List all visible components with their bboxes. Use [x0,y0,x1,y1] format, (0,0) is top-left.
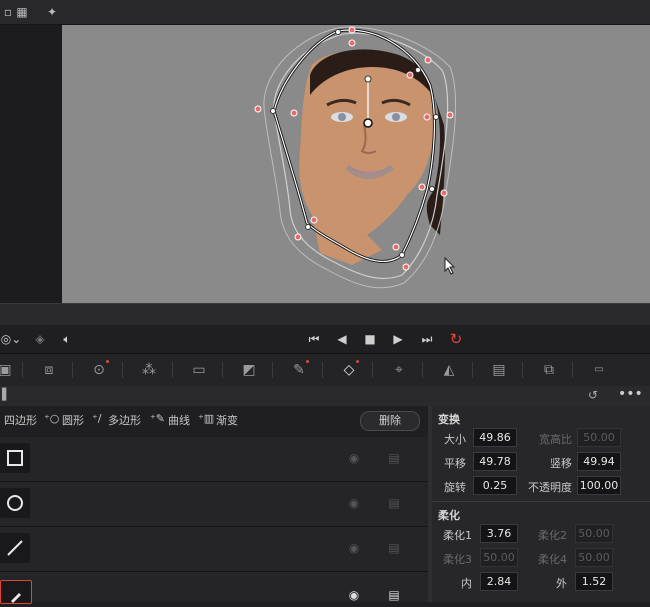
section-divider [432,501,650,502]
tilt-label: 竖移 [550,457,572,470]
panel-title-marker: ▌ [2,388,11,401]
outside-field[interactable]: 1.52 [575,572,613,591]
circle-shape-button[interactable]: 圆形 [62,412,84,428]
soften4-field[interactable]: 50.00 [575,548,613,567]
soften2-label: 柔化2 [538,529,567,542]
circle-shape-icon[interactable]: ⁺○ [44,412,59,425]
aspect-field[interactable]: 50.00 [577,428,621,447]
invert-toggle-icon[interactable]: ◉ [347,451,361,465]
invert-toggle-icon[interactable]: ◉ [347,588,361,602]
play-button[interactable]: ▶ [390,330,406,348]
inside-label: 内 [461,577,472,590]
soften1-label: 柔化1 [443,529,472,542]
motion-effects-icon[interactable]: ⧈ [38,360,60,380]
window-row-quad[interactable]: ◉ ▤ [0,437,428,482]
pen-window-icon[interactable] [0,580,32,604]
polygon-shape-icon[interactable]: ⁺/ [92,412,102,425]
pan-label: 平移 [444,457,466,470]
more-options-icon[interactable]: ••• [618,386,643,402]
viewer-top-toolbar: ▫ ▦ ✦ [0,0,650,25]
mask-rotation-handle[interactable] [364,75,372,83]
invert-toggle-icon[interactable]: ◉ [347,496,361,510]
curve-shape-button[interactable]: 曲线 [168,412,190,428]
tracker-mode-icon[interactable]: ◎⌄ [0,330,22,348]
skip-back-button[interactable]: ⏮ [304,330,324,348]
inside-field[interactable]: 2.84 [480,572,518,591]
color-tools-toolbar: ▣ ⧈ ⊙ ⁂ ▭ ◩ ✎ ◇ ⌖ ◭ ▤ ⧉ ▭ [0,353,650,388]
pan-field[interactable]: 49.78 [473,452,517,471]
tracker-tool-icon[interactable]: ⌖ [388,360,410,380]
size-label: 大小 [444,433,466,446]
mask-toggle-icon[interactable]: ▤ [387,541,401,555]
cube-tool-icon[interactable]: ▣ [0,360,16,380]
invert-toggle-icon[interactable]: ◉ [347,541,361,555]
soften4-label: 柔化4 [538,553,567,566]
magic-wand-icon[interactable]: ✦ [44,4,60,20]
sizing-tool-icon[interactable]: ⧉ [538,360,560,380]
square-window-icon[interactable] [0,443,30,473]
rotate-label: 旋转 [444,481,466,494]
soften3-field[interactable]: 50.00 [480,548,518,567]
mouse-cursor-icon [444,256,456,275]
gradient-shape-button[interactable]: 渐变 [216,412,238,428]
curves-tool-icon[interactable]: ⊙ [88,360,110,380]
skip-forward-button[interactable]: ⏭ [417,330,437,348]
viewer-canvas[interactable] [62,25,650,303]
grid-icon[interactable]: ▦ [14,4,30,20]
hsl-tool-icon[interactable]: ◩ [238,360,260,380]
eyedropper-tool-icon[interactable]: ✎ [288,360,310,380]
curve-shape-icon[interactable]: ⁺✎ [150,412,165,425]
opacity-field[interactable]: 100.00 [577,476,621,495]
soften2-field[interactable]: 50.00 [575,524,613,543]
video-viewer[interactable] [62,25,650,303]
window-row-circle[interactable]: ◉ ▤ [0,482,428,527]
color-warper-icon[interactable]: ⁂ [138,360,160,380]
mask-toggle-icon[interactable]: ▤ [387,451,401,465]
left-panel [0,25,62,303]
mask-toggle-icon[interactable]: ▤ [387,588,401,602]
transform-section-title: 变换 [438,413,460,426]
soften-section-title: 柔化 [438,509,460,522]
window-tool-icon[interactable]: ◇ [338,360,360,380]
circle-window-icon[interactable] [0,488,30,518]
tilt-field[interactable]: 49.94 [577,452,621,471]
blur-tool-icon[interactable]: ◭ [438,360,460,380]
line-window-icon[interactable] [0,533,30,563]
layers-icon[interactable]: ◈ [32,330,48,348]
opacity-label: 不透明度 [528,481,572,494]
delete-button[interactable]: 删除 [360,411,420,431]
soften3-label: 柔化3 [443,553,472,566]
soften1-field[interactable]: 3.76 [480,524,518,543]
window-row-curve[interactable]: ◉ ▤ [0,572,428,604]
reset-icon[interactable]: ↺ [588,388,598,402]
previous-frame-button[interactable]: ◀ [334,330,350,348]
inspector-panel: 变换 大小 49.86 宽高比 50.00 平移 49.78 竖移 49.94 … [432,406,650,602]
qualifier-icon[interactable]: ▭ [188,360,210,380]
viewer-status-strip [0,303,650,326]
volume-icon[interactable]: 🔈︎ [58,330,76,348]
3d-tool-icon[interactable]: ▭ [588,360,610,380]
mask-center-handle[interactable] [363,118,373,128]
outside-label: 外 [556,577,567,590]
stop-button[interactable]: ■ [362,330,378,348]
panel-header: ▌ ↺ ••• [0,386,650,407]
mask-toggle-icon[interactable]: ▤ [387,496,401,510]
transport-bar: ◎⌄ ◈ 🔈︎ ⏮ ◀ ■ ▶ ⏭ ↻ [0,325,650,353]
polygon-shape-button[interactable]: 多边形 [108,412,141,428]
size-field[interactable]: 49.86 [473,428,517,447]
key-tool-icon[interactable]: ▤ [488,360,510,380]
gradient-shape-icon[interactable]: ⁺▥ [198,412,214,425]
rotate-field[interactable]: 0.25 [473,476,517,495]
window-row-polygon[interactable]: ◉ ▤ [0,527,428,572]
loop-button[interactable]: ↻ [446,330,466,348]
quad-shape-button[interactable]: 四边形 [4,412,37,428]
aspect-label: 宽高比 [539,433,572,446]
